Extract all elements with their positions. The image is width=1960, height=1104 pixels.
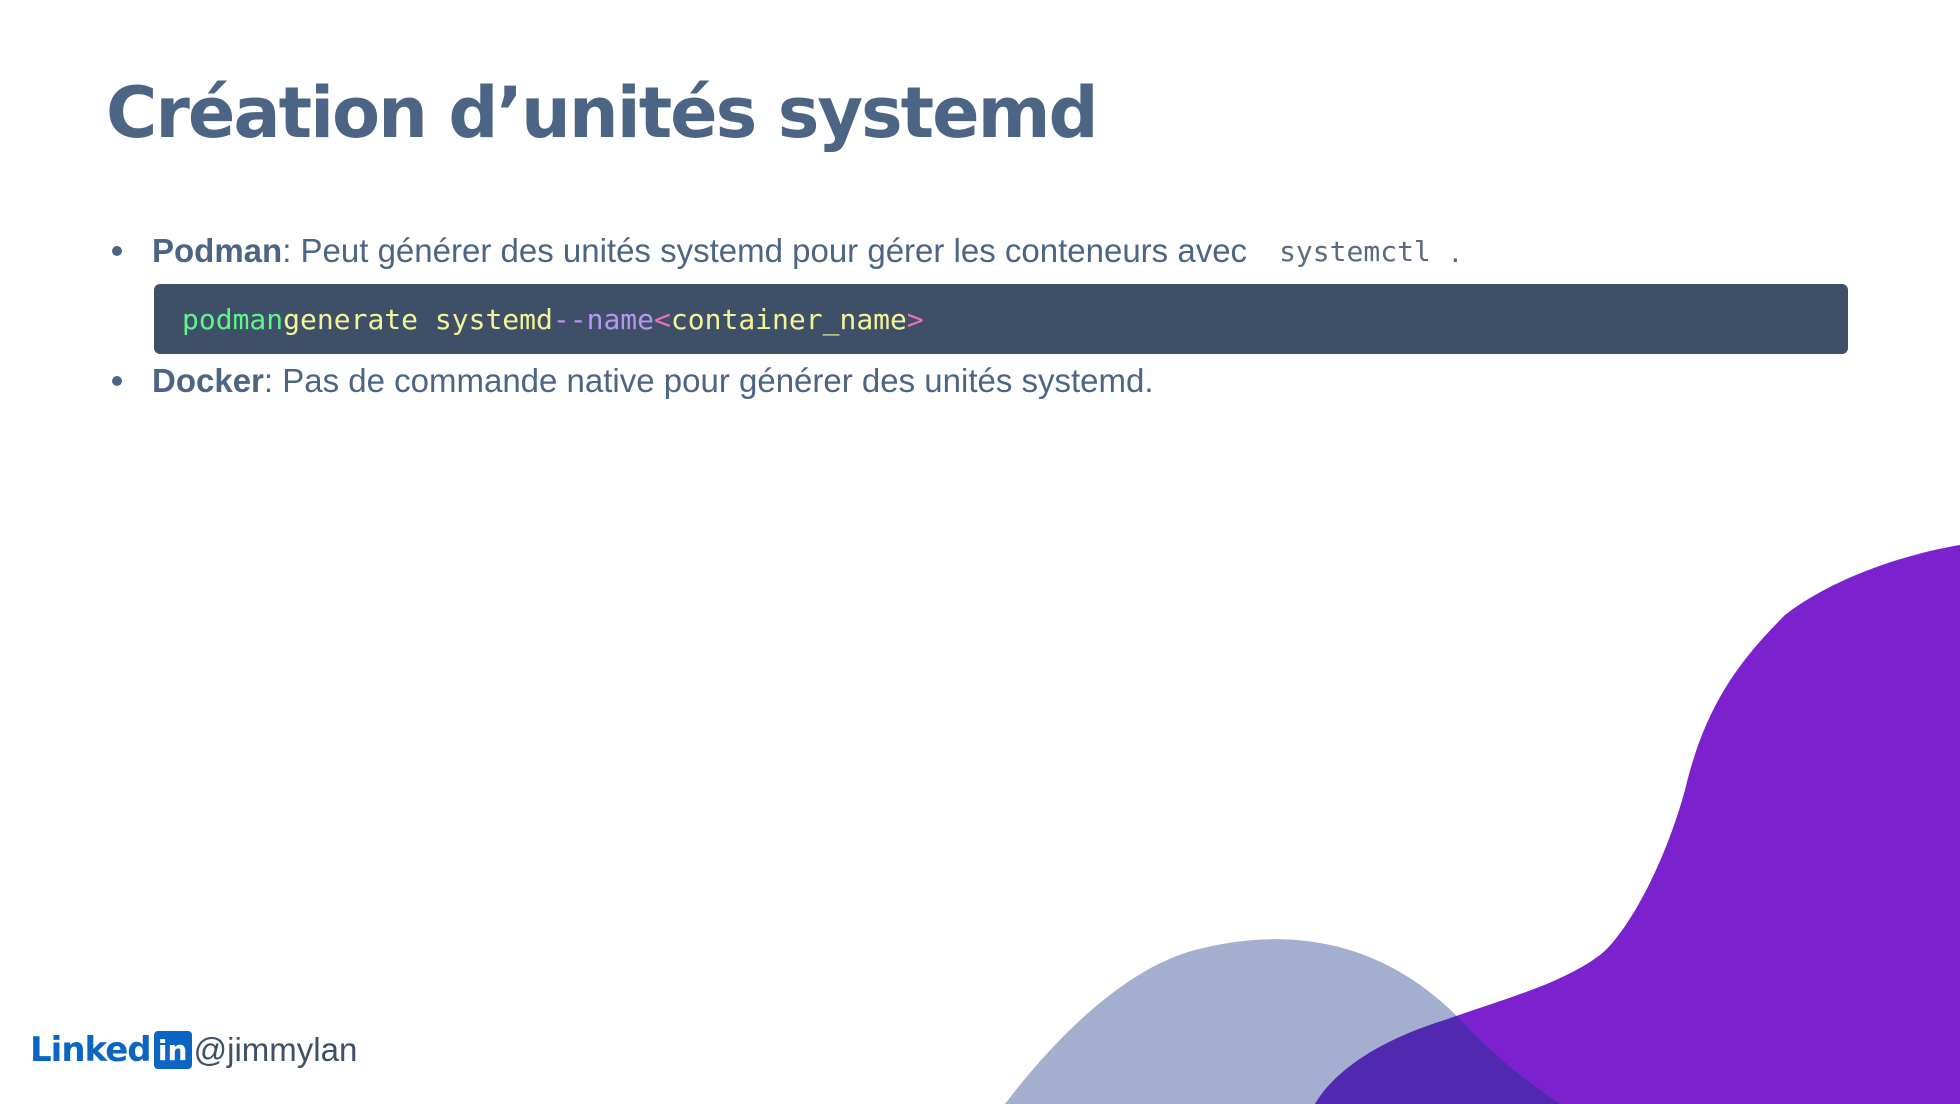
linkedin-icon: in: [153, 1031, 192, 1069]
author-handle: @jimmylan: [193, 1031, 358, 1068]
bullet-docker: Docker : Pas de commande native pour gén…: [112, 362, 1154, 400]
footer-linkedin: Linked in @jimmylan: [30, 1030, 357, 1070]
code-args: generate systemd: [283, 302, 553, 336]
bullet-suffix: .: [1450, 232, 1460, 269]
code-flag: --name: [552, 302, 655, 336]
code-command: podman: [182, 302, 284, 336]
code-open-bracket: <: [654, 302, 671, 336]
linkedin-logo-text: Linked: [30, 1030, 152, 1070]
bullet-dot: [112, 246, 122, 256]
bullet-podman: Podman : Peut générer des unités systemd…: [112, 232, 1460, 270]
bullet-label: Podman: [152, 232, 283, 269]
inline-code: systemctl: [1279, 234, 1431, 268]
bullet-dot: [112, 376, 122, 386]
decorative-waves: [1005, 545, 1960, 1104]
code-placeholder: container_name: [670, 302, 907, 336]
bullet-label: Docker: [152, 362, 264, 399]
bullet-text: : Peut générer des unités systemd pour g…: [282, 232, 1248, 269]
code-close-bracket: >: [906, 302, 924, 336]
code-block: podman generate systemd --name < containe…: [154, 284, 1848, 354]
bullet-text: : Pas de commande native pour générer de…: [263, 362, 1154, 399]
slide-title: Création d’unités systemd: [106, 72, 1099, 154]
